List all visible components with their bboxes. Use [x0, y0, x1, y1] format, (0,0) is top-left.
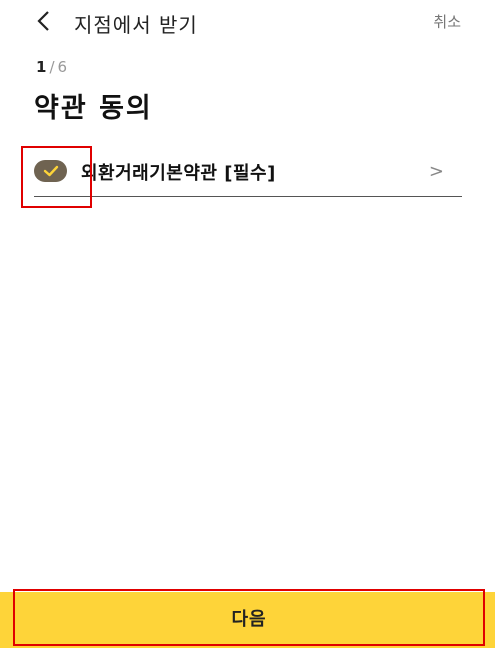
next-button[interactable]: 다음	[13, 589, 485, 646]
back-button[interactable]	[28, 4, 58, 38]
chevron-right-icon[interactable]: >	[429, 161, 444, 182]
cancel-button[interactable]: 취소	[433, 11, 461, 32]
step-indicator: 1/6	[36, 58, 67, 76]
header-title: 지점에서 받기	[74, 13, 198, 37]
chevron-left-icon	[37, 11, 49, 31]
check-icon	[43, 165, 58, 177]
header: 지점에서 받기 취소	[0, 0, 495, 44]
terms-label: 외환거래기본약관 [필수]	[81, 163, 276, 184]
step-total: 6	[57, 58, 68, 76]
step-separator: /	[49, 58, 55, 76]
page-title: 약관 동의	[34, 93, 153, 124]
terms-item[interactable]: 외환거래기본약관 [필수] >	[34, 149, 462, 197]
step-current: 1	[36, 58, 47, 76]
terms-checkbox[interactable]	[34, 160, 67, 182]
consent-screen: 지점에서 받기 취소 1/6 약관 동의 외환거래기본약관 [필수] > 다음	[0, 0, 495, 648]
